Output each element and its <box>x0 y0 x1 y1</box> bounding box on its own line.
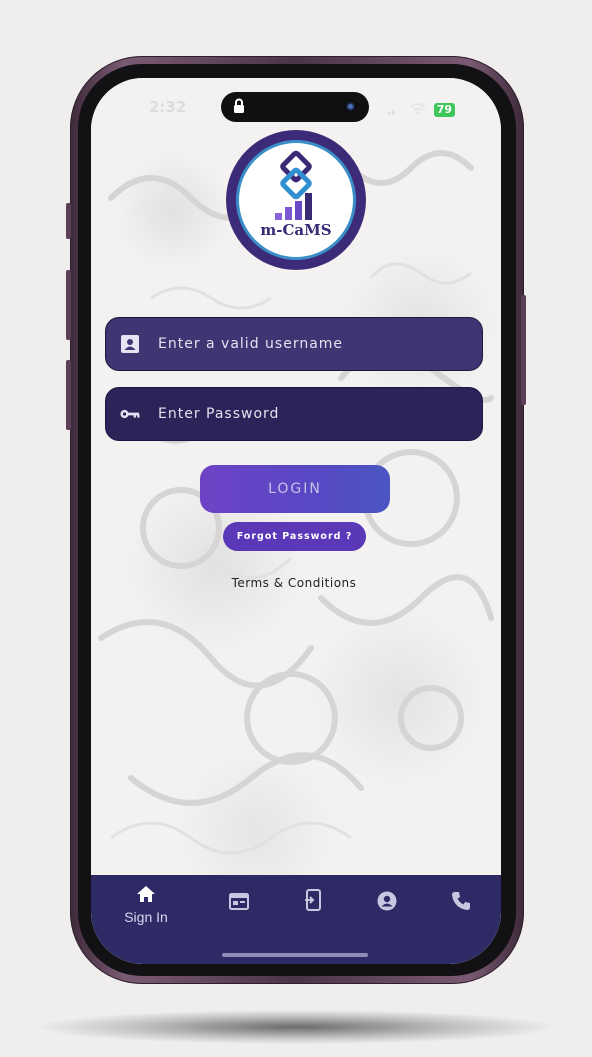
battery-indicator: 79 <box>433 102 455 117</box>
camera-icon <box>344 100 357 113</box>
tab-sign-in[interactable]: Sign In <box>116 885 176 925</box>
app-screen: 2:32 79 m-CaMS Enter a valid username LO… <box>91 78 501 964</box>
bottom-tab-bar: Sign In <box>91 875 501 964</box>
status-indicators: 79 <box>387 100 455 119</box>
tab-account[interactable] <box>357 891 417 915</box>
volume-up-button <box>66 270 71 340</box>
password-field[interactable] <box>105 387 483 441</box>
tab-label: Sign In <box>124 909 168 925</box>
logo-mark-icon <box>275 150 312 220</box>
tab-calendar[interactable] <box>209 891 269 915</box>
phone-icon <box>451 891 471 915</box>
lock-icon <box>233 98 245 118</box>
status-time: 2:32 <box>149 98 187 116</box>
home-icon <box>136 885 156 907</box>
mobile-login-icon <box>304 889 322 915</box>
dynamic-island <box>221 92 369 122</box>
account-box-icon <box>120 334 140 354</box>
username-input[interactable] <box>156 335 482 353</box>
logo-badge: m-CaMS <box>239 143 353 257</box>
tab-mobile-login[interactable] <box>283 889 343 915</box>
wifi-icon <box>409 100 426 119</box>
tab-contact[interactable] <box>431 891 491 915</box>
username-field[interactable] <box>105 317 483 371</box>
login-button[interactable]: LOGIN <box>200 465 390 513</box>
key-icon <box>120 404 140 424</box>
home-indicator <box>222 953 368 957</box>
volume-down-button <box>66 360 71 430</box>
forgot-password-button[interactable]: Forgot Password ? <box>223 522 366 551</box>
app-logo: m-CaMS <box>226 130 366 270</box>
password-input[interactable] <box>156 405 482 423</box>
action-button <box>66 203 71 239</box>
calendar-icon <box>229 891 249 915</box>
phone-shadow <box>40 1010 552 1044</box>
power-button <box>521 295 526 405</box>
signal-icon <box>387 100 402 119</box>
terms-link[interactable]: Terms & Conditions <box>91 576 497 590</box>
account-icon <box>377 891 397 915</box>
logo-text: m-CaMS <box>260 221 332 239</box>
